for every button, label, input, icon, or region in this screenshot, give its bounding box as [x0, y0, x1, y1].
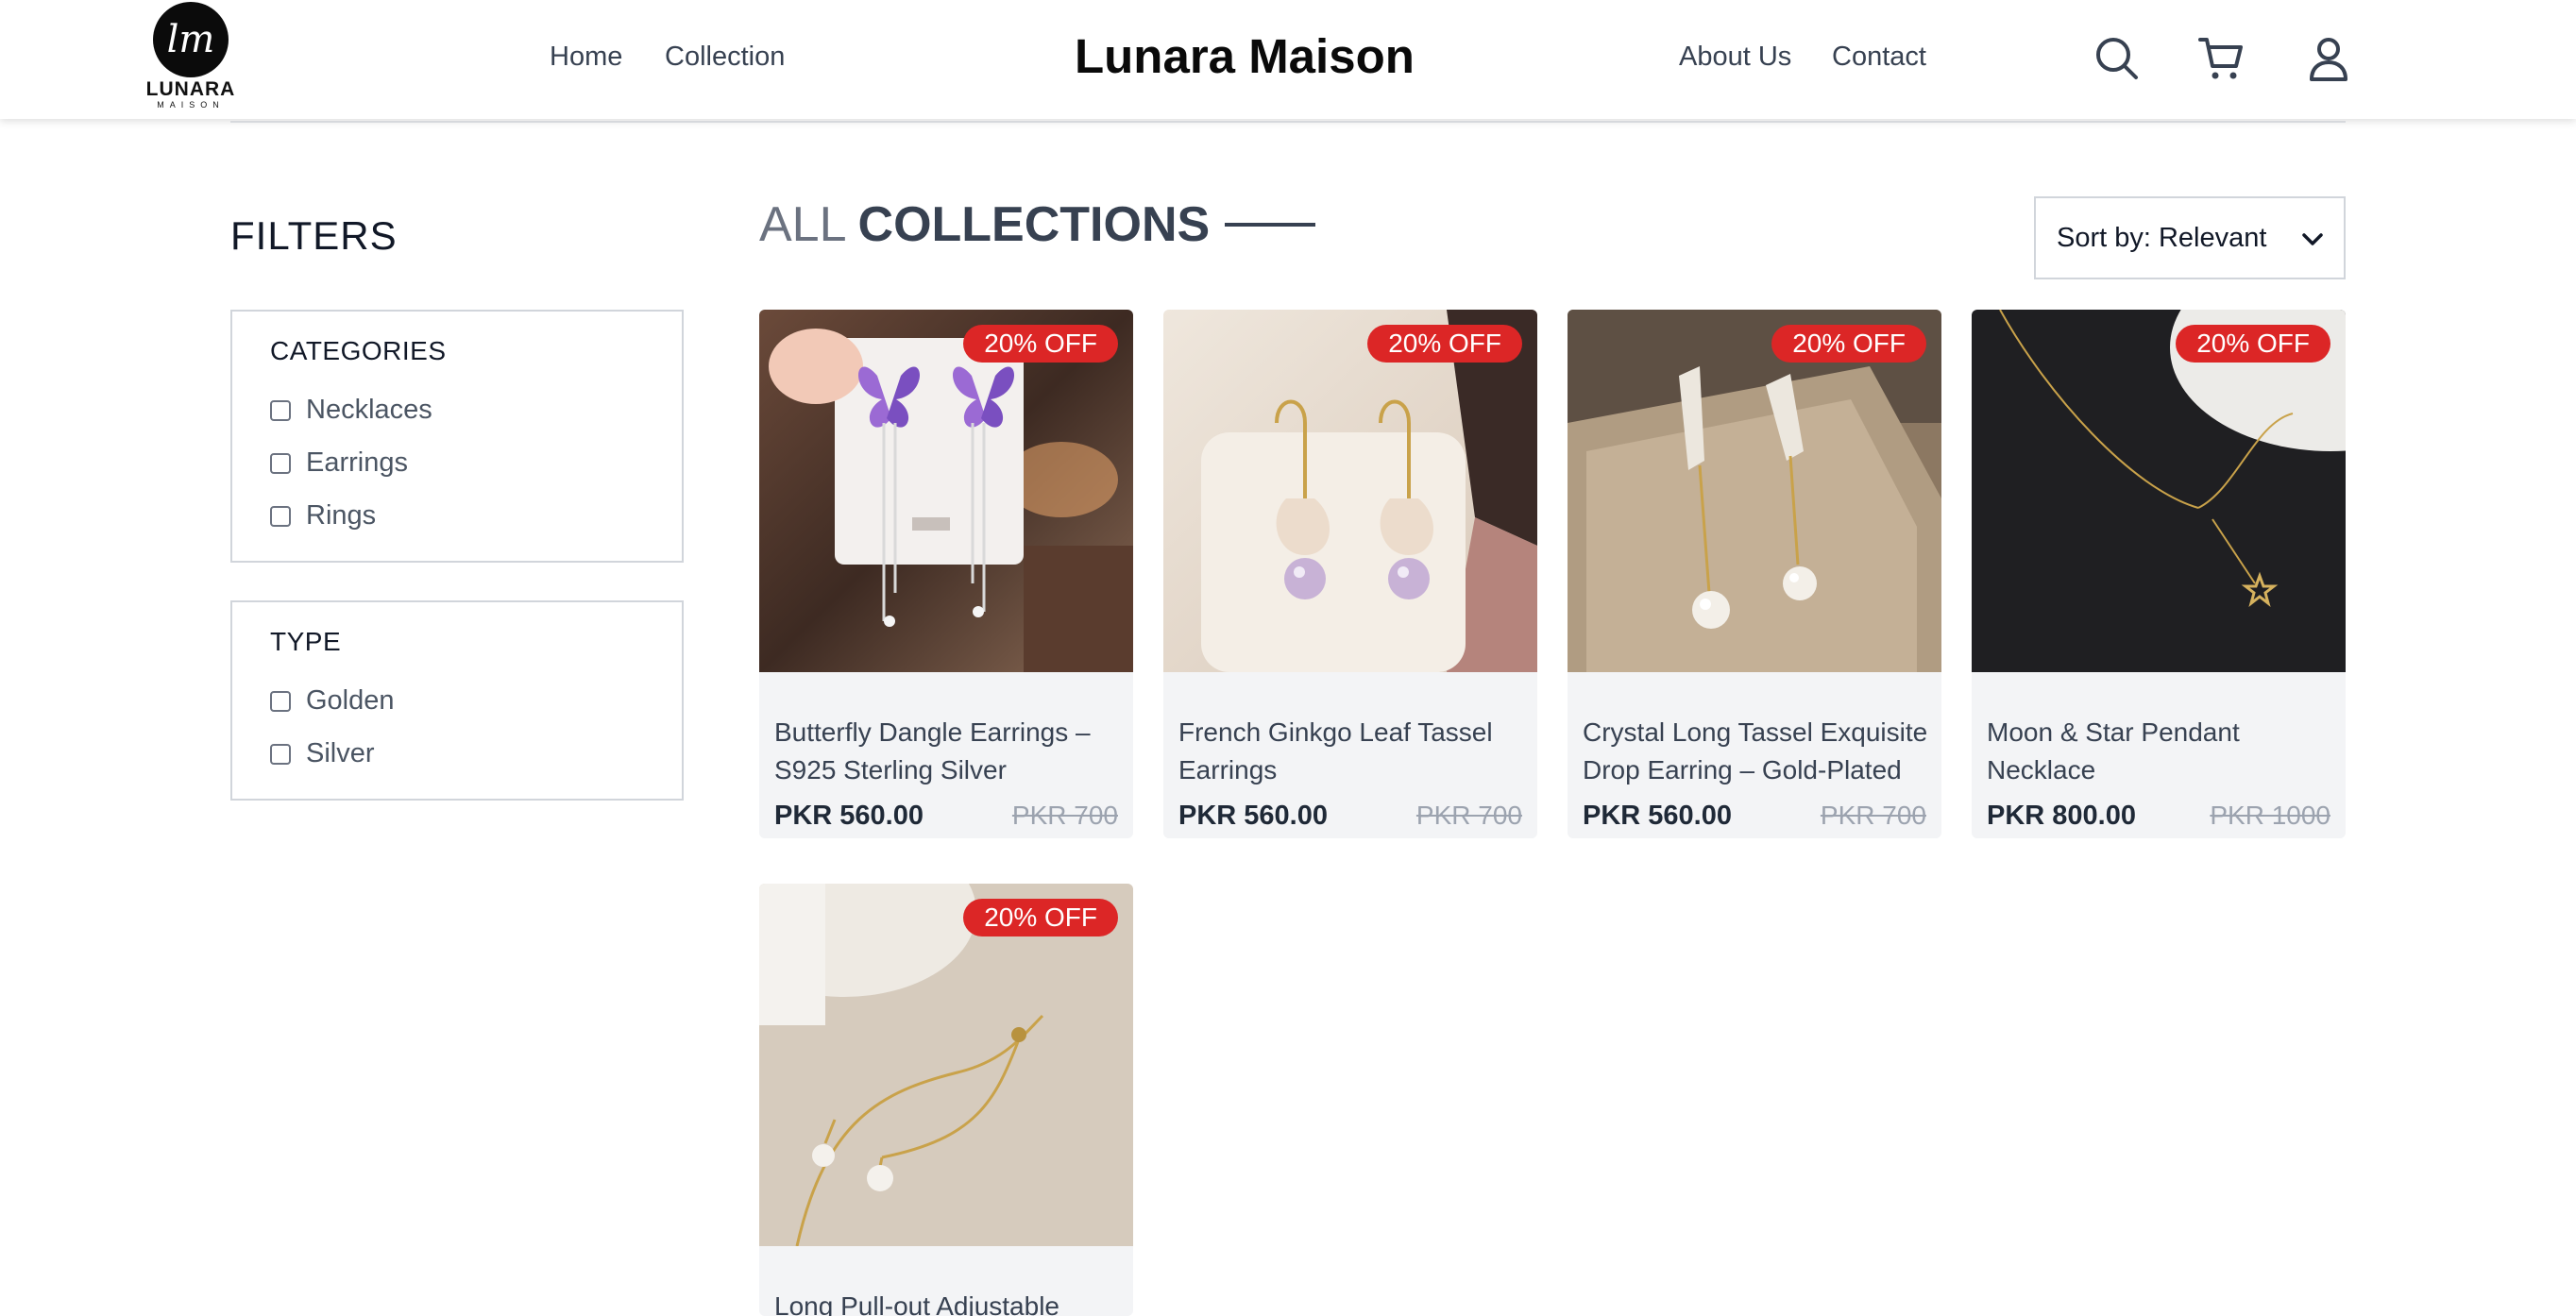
checkbox-golden[interactable]: [270, 690, 291, 712]
product-image[interactable]: 20% OFF: [759, 884, 1133, 1246]
sort-selected-value: Sort by: Relevant: [2057, 222, 2267, 253]
cart-icon[interactable]: [2196, 34, 2246, 83]
filter-necklaces[interactable]: Necklaces: [270, 395, 432, 426]
filter-label: Golden: [306, 685, 395, 716]
product-name[interactable]: Long Pull-out Adjustable: [774, 1288, 1124, 1316]
nav-home[interactable]: Home: [550, 42, 622, 73]
categories-heading: CATEGORIES: [270, 336, 447, 365]
product-image[interactable]: 20% OFF: [1568, 310, 1941, 672]
filter-label: Silver: [306, 738, 375, 768]
discount-badge: 20% OFF: [2176, 325, 2330, 363]
page-title-light: ALL: [759, 197, 847, 252]
product-name[interactable]: Butterfly Dangle Earrings – S925 Sterlin…: [774, 714, 1124, 789]
brand-title[interactable]: Lunara Maison: [1075, 28, 1415, 84]
product-image[interactable]: 20% OFF: [759, 310, 1133, 672]
product-price: PKR 560.00: [1178, 801, 1328, 831]
product-name[interactable]: Moon & Star Pendant Necklace: [1987, 714, 2336, 789]
logo-monogram: lm: [166, 18, 215, 61]
checkbox-earrings[interactable]: [270, 452, 291, 474]
logo-emblem: lm: [153, 2, 229, 77]
product-card[interactable]: 20% OFF French Ginkgo Leaf Tassel Earrin…: [1163, 310, 1537, 838]
filter-label: Rings: [306, 500, 377, 531]
filter-earrings[interactable]: Earrings: [270, 447, 408, 479]
nav-collection[interactable]: Collection: [665, 42, 785, 73]
sort-select[interactable]: Sort by: Relevant: [2034, 196, 2346, 279]
checkbox-necklaces[interactable]: [270, 399, 291, 421]
nav-about-us[interactable]: About Us: [1679, 42, 1791, 73]
product-price: PKR 560.00: [774, 801, 924, 831]
discount-badge: 20% OFF: [963, 325, 1118, 363]
product-old-price: PKR 1000: [2210, 801, 2330, 830]
product-image[interactable]: 20% OFF: [1972, 310, 2346, 672]
product-image[interactable]: 20% OFF: [1163, 310, 1537, 672]
type-filter: TYPE Golden Silver: [230, 600, 684, 801]
product-name[interactable]: French Ginkgo Leaf Tassel Earrings: [1178, 714, 1528, 789]
chevron-down-icon: [2302, 223, 2323, 254]
categories-filter: CATEGORIES Necklaces Earrings Rings: [230, 310, 684, 563]
discount-badge: 20% OFF: [963, 899, 1118, 936]
product-card[interactable]: 20% OFF Long Pull-out Adjustable: [759, 884, 1133, 1316]
user-icon[interactable]: [2304, 34, 2353, 83]
nav-contact[interactable]: Contact: [1832, 42, 1926, 73]
product-old-price: PKR 700: [1011, 801, 1118, 830]
logo[interactable]: lm LUNARA MAISON: [144, 2, 238, 110]
product-price: PKR 560.00: [1583, 801, 1732, 831]
page-title-bold: COLLECTIONS: [857, 197, 1211, 252]
product-old-price: PKR 700: [1415, 801, 1522, 830]
header-divider: [230, 121, 2346, 123]
logo-subtitle: MAISON: [157, 100, 225, 110]
checkbox-silver[interactable]: [270, 743, 291, 765]
search-icon[interactable]: [2093, 34, 2142, 83]
product-old-price: PKR 700: [1820, 801, 1926, 830]
site-header: lm LUNARA MAISON Home Collection Lunara …: [0, 0, 2576, 119]
filters-title[interactable]: FILTERS: [230, 213, 398, 259]
filter-label: Necklaces: [306, 395, 432, 425]
discount-badge: 20% OFF: [1771, 325, 1926, 363]
filter-golden[interactable]: Golden: [270, 685, 395, 717]
type-heading: TYPE: [270, 627, 342, 656]
product-name[interactable]: Crystal Long Tassel Exquisite Drop Earri…: [1583, 714, 1932, 789]
title-underline: [1225, 223, 1316, 227]
product-price: PKR 800.00: [1987, 801, 2136, 831]
product-card[interactable]: 20% OFF Moon & Star Pendant Necklace PKR…: [1972, 310, 2346, 838]
product-card[interactable]: 20% OFF Butterfly Dangle Earrings – S925…: [759, 310, 1133, 838]
logo-name: LUNARA: [145, 78, 236, 100]
filter-silver[interactable]: Silver: [270, 738, 375, 769]
discount-badge: 20% OFF: [1367, 325, 1522, 363]
product-card[interactable]: 20% OFF Crystal Long Tassel Exquisite Dr…: [1568, 310, 1941, 838]
filter-rings[interactable]: Rings: [270, 500, 376, 531]
page-title: ALL COLLECTIONS: [759, 196, 1316, 253]
filter-label: Earrings: [306, 447, 408, 478]
checkbox-rings[interactable]: [270, 505, 291, 527]
